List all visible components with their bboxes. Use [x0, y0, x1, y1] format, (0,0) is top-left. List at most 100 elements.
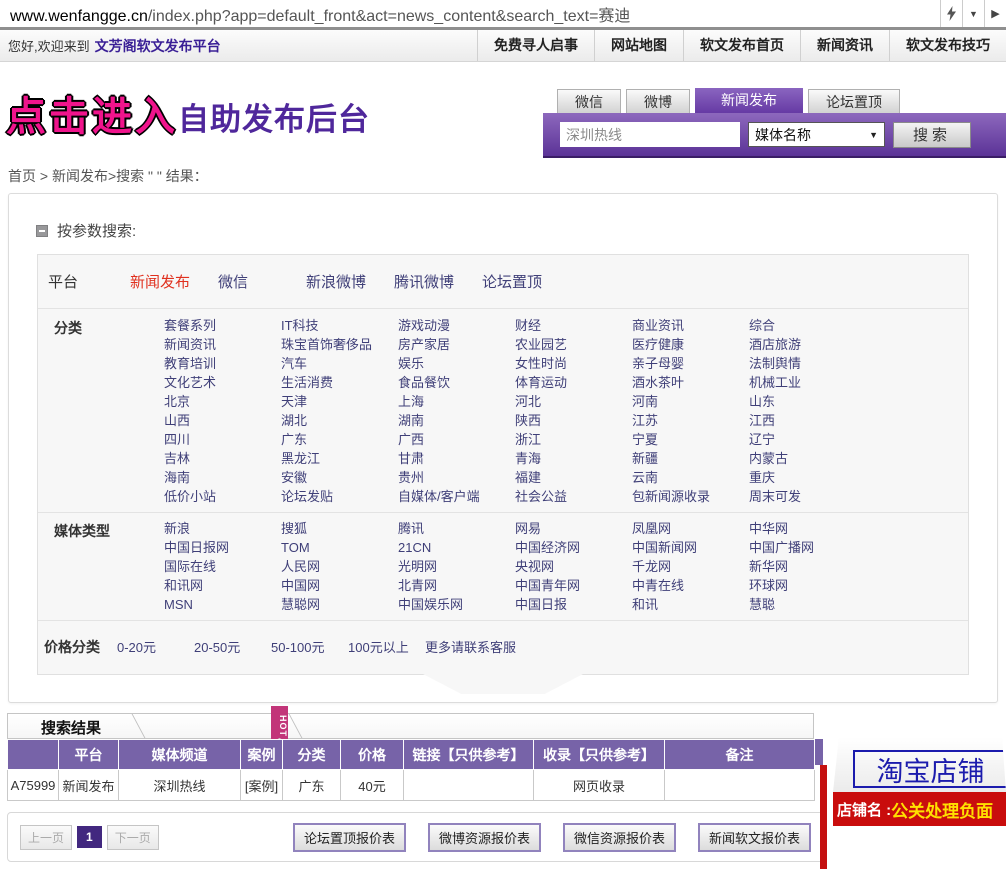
category-link[interactable]: 四川	[164, 430, 281, 449]
next-page-button[interactable]: 下一页	[107, 825, 159, 850]
category-link[interactable]: 湖北	[281, 411, 398, 430]
media-link[interactable]: 中国青年网	[515, 576, 632, 595]
category-link[interactable]: 陕西	[515, 411, 632, 430]
media-link[interactable]: 中国广播网	[749, 538, 866, 557]
search-input[interactable]	[560, 122, 740, 147]
category-link[interactable]: 女性时尚	[515, 354, 632, 373]
media-link[interactable]: 北青网	[398, 576, 515, 595]
tab-forum-top[interactable]: 论坛置顶	[808, 89, 900, 113]
media-link[interactable]: 中国娱乐网	[398, 595, 515, 614]
media-link[interactable]: 中国网	[281, 576, 398, 595]
category-link[interactable]: 宁夏	[632, 430, 749, 449]
category-link[interactable]: 文化艺术	[164, 373, 281, 392]
quote-list-button[interactable]: 论坛置顶报价表	[293, 823, 406, 852]
category-link[interactable]: 河北	[515, 392, 632, 411]
result-media-channel-link[interactable]: 深圳热线	[119, 770, 241, 801]
category-link[interactable]: 农业园艺	[515, 335, 632, 354]
media-link[interactable]: 中国新闻网	[632, 538, 749, 557]
platform-item-sina-weibo[interactable]: 新浪微博	[306, 271, 394, 292]
category-link[interactable]: 自媒体/客户端	[398, 487, 515, 506]
quote-list-button[interactable]: 微博资源报价表	[428, 823, 541, 852]
price-tier-link[interactable]: 50-100元	[271, 637, 348, 657]
dropdown-button[interactable]: ▼	[962, 0, 984, 27]
category-link[interactable]: 吉林	[164, 449, 281, 468]
category-link[interactable]: 娱乐	[398, 354, 515, 373]
category-link[interactable]: 机械工业	[749, 373, 866, 392]
category-link[interactable]: 福建	[515, 468, 632, 487]
breadcrumb-home[interactable]: 首页	[8, 168, 36, 184]
collapse-icon[interactable]	[36, 225, 48, 237]
category-link[interactable]: 上海	[398, 392, 515, 411]
media-link[interactable]: 国际在线	[164, 557, 281, 576]
price-more-link[interactable]: 更多请联系客服	[425, 637, 516, 657]
lightning-icon[interactable]	[940, 0, 962, 27]
category-link[interactable]: 体育运动	[515, 373, 632, 392]
media-link[interactable]: 环球网	[749, 576, 866, 595]
tab-weibo[interactable]: 微博	[626, 89, 690, 113]
price-tier-link[interactable]: 100元以上	[348, 637, 425, 657]
tab-weixin[interactable]: 微信	[557, 89, 621, 113]
media-link[interactable]: 中国日报网	[164, 538, 281, 557]
category-link[interactable]: 酒水茶叶	[632, 373, 749, 392]
media-link[interactable]: 腾讯	[398, 519, 515, 538]
category-link[interactable]: 广西	[398, 430, 515, 449]
category-link[interactable]: 周末可发	[749, 487, 866, 506]
platform-item-tencent-weibo[interactable]: 腾讯微博	[394, 271, 482, 292]
category-link[interactable]: 河南	[632, 392, 749, 411]
self-publish-banner[interactable]: 点击进入 自助发布后台	[6, 84, 370, 142]
result-case-link[interactable]: [案例]	[241, 770, 283, 801]
category-link[interactable]: 山西	[164, 411, 281, 430]
category-link[interactable]: 酒店旅游	[749, 335, 866, 354]
shop-name-banner[interactable]: 店铺名 : 公关处理负面	[833, 792, 1006, 826]
category-link[interactable]: 论坛发贴	[281, 487, 398, 506]
category-link[interactable]: 法制舆情	[749, 354, 866, 373]
media-link[interactable]: 央视网	[515, 557, 632, 576]
media-link[interactable]: TOM	[281, 538, 398, 557]
category-link[interactable]: 广东	[281, 430, 398, 449]
category-link[interactable]: 综合	[749, 316, 866, 335]
category-link[interactable]: 生活消费	[281, 373, 398, 392]
panel-notch-handle[interactable]	[423, 674, 583, 694]
category-link[interactable]: 汽车	[281, 354, 398, 373]
media-link[interactable]: 千龙网	[632, 557, 749, 576]
category-link[interactable]: 包新闻源收录	[632, 487, 749, 506]
media-link[interactable]: MSN	[164, 595, 281, 614]
site-name-link[interactable]: 文芳阁软文发布平台	[95, 36, 221, 56]
address-bar[interactable]: www.wenfangge.cn/index.php?app=default_f…	[0, 2, 630, 26]
media-link[interactable]: 慧聪	[749, 595, 866, 614]
category-link[interactable]: 重庆	[749, 468, 866, 487]
category-link[interactable]: 低价小站	[164, 487, 281, 506]
category-link[interactable]: 江西	[749, 411, 866, 430]
category-link[interactable]: 江苏	[632, 411, 749, 430]
go-button[interactable]: ▶	[984, 0, 1006, 27]
category-link[interactable]: 天津	[281, 392, 398, 411]
tab-news-publish[interactable]: 新闻发布	[695, 88, 803, 113]
category-link[interactable]: 教育培训	[164, 354, 281, 373]
current-page-button[interactable]: 1	[77, 826, 102, 848]
category-link[interactable]: 套餐系列	[164, 316, 281, 335]
media-link[interactable]: 新浪	[164, 519, 281, 538]
media-name-select[interactable]: 媒体名称 ▼	[748, 122, 885, 147]
category-link[interactable]: 海南	[164, 468, 281, 487]
category-link[interactable]: 安徽	[281, 468, 398, 487]
media-link[interactable]: 慧聪网	[281, 595, 398, 614]
category-link[interactable]: 山东	[749, 392, 866, 411]
category-link[interactable]: 医疗健康	[632, 335, 749, 354]
category-link[interactable]: 商业资讯	[632, 316, 749, 335]
taobao-shop-tab[interactable]: 淘宝店铺	[833, 737, 1006, 792]
category-link[interactable]: 新疆	[632, 449, 749, 468]
prev-page-button[interactable]: 上一页	[20, 825, 72, 850]
category-link[interactable]: 房产家居	[398, 335, 515, 354]
search-button[interactable]: 搜索	[893, 122, 971, 148]
platform-item-weixin[interactable]: 微信	[218, 271, 306, 292]
category-link[interactable]: 亲子母婴	[632, 354, 749, 373]
media-link[interactable]: 中国日报	[515, 595, 632, 614]
media-link[interactable]: 网易	[515, 519, 632, 538]
quote-list-button[interactable]: 新闻软文报价表	[698, 823, 811, 852]
price-tier-link[interactable]: 20-50元	[194, 637, 271, 657]
category-link[interactable]: 内蒙古	[749, 449, 866, 468]
platform-item-news[interactable]: 新闻发布	[130, 271, 218, 292]
media-link[interactable]: 和讯网	[164, 576, 281, 595]
media-link[interactable]: 中华网	[749, 519, 866, 538]
top-nav-link[interactable]: 免费寻人启事	[477, 30, 594, 61]
